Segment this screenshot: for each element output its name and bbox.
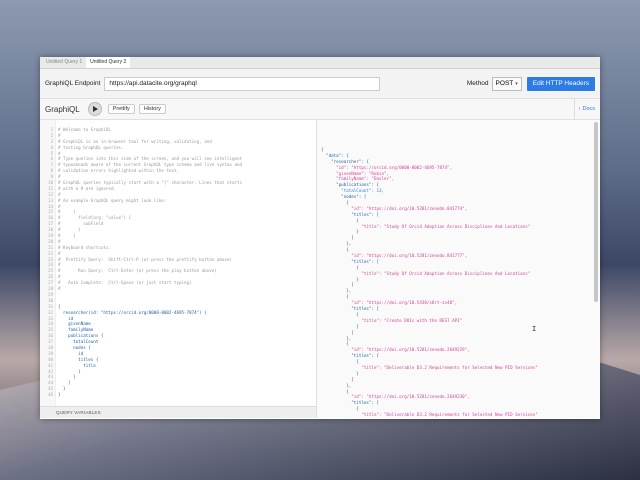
line-number-gutter: 1 2 3 4 5 6 7 8 9 10 11 12 13 14 15 16 17 18 19 20 21 22 23 24 2… xyxy=(40,120,56,418)
graphiql-window: Untitled Query 1 Untitled Query 2 Graphi… xyxy=(40,57,600,419)
docs-label: Docs xyxy=(582,105,595,112)
result-scrollbar[interactable] xyxy=(594,122,598,302)
query-code[interactable]: # Welcome to GraphiQL # # GraphiQL is an i… xyxy=(56,120,316,418)
prettify-button[interactable]: Prettify xyxy=(107,104,135,114)
endpoint-input[interactable]: https://api.datacite.org/graphql xyxy=(104,76,381,91)
graphiql-title: GraphiQL xyxy=(45,104,80,114)
endpoint-label: GraphiQL Endpoint xyxy=(45,80,101,87)
graphiql-toolbar: GraphiQL Prettify History ‹ Docs xyxy=(40,98,600,120)
tab-untitled-query-2[interactable]: Untitled Query 2 xyxy=(86,57,131,68)
run-query-button[interactable] xyxy=(87,102,102,116)
result-viewer: I { "data": { "researcher": { "id": "htt… xyxy=(317,120,600,418)
query-editor[interactable]: 1 2 3 4 5 6 7 8 9 10 11 12 13 14 15 16 17 18 19 20 21 22 23 24 2… xyxy=(40,120,317,418)
code-line: } xyxy=(58,392,61,398)
text-cursor-icon: I xyxy=(532,325,537,333)
method-value: POST xyxy=(495,79,514,87)
edit-http-headers-button[interactable]: Edit HTTP Headers xyxy=(526,76,595,91)
tab-untitled-query-1[interactable]: Untitled Query 1 xyxy=(42,57,86,68)
endpoint-bar: GraphiQL Endpoint https://api.datacite.o… xyxy=(40,69,600,99)
line-number: 46 xyxy=(48,392,53,398)
docs-button[interactable]: ‹ Docs xyxy=(573,98,595,120)
method-label: Method xyxy=(466,80,489,87)
panes: 1 2 3 4 5 6 7 8 9 10 11 12 13 14 15 16 17 18 19 20 21 22 23 24 2… xyxy=(40,120,600,418)
chevron-left-icon: ‹ xyxy=(578,105,581,112)
method-select[interactable]: POST ▾ xyxy=(491,76,522,91)
query-variables-toggle[interactable]: QUERY VARIABLES xyxy=(40,406,316,418)
play-icon xyxy=(92,106,98,112)
chevron-updown-icon: ▾ xyxy=(515,80,518,87)
query-tabs: Untitled Query 1 Untitled Query 2 xyxy=(40,57,600,69)
history-button[interactable]: History xyxy=(138,104,166,114)
